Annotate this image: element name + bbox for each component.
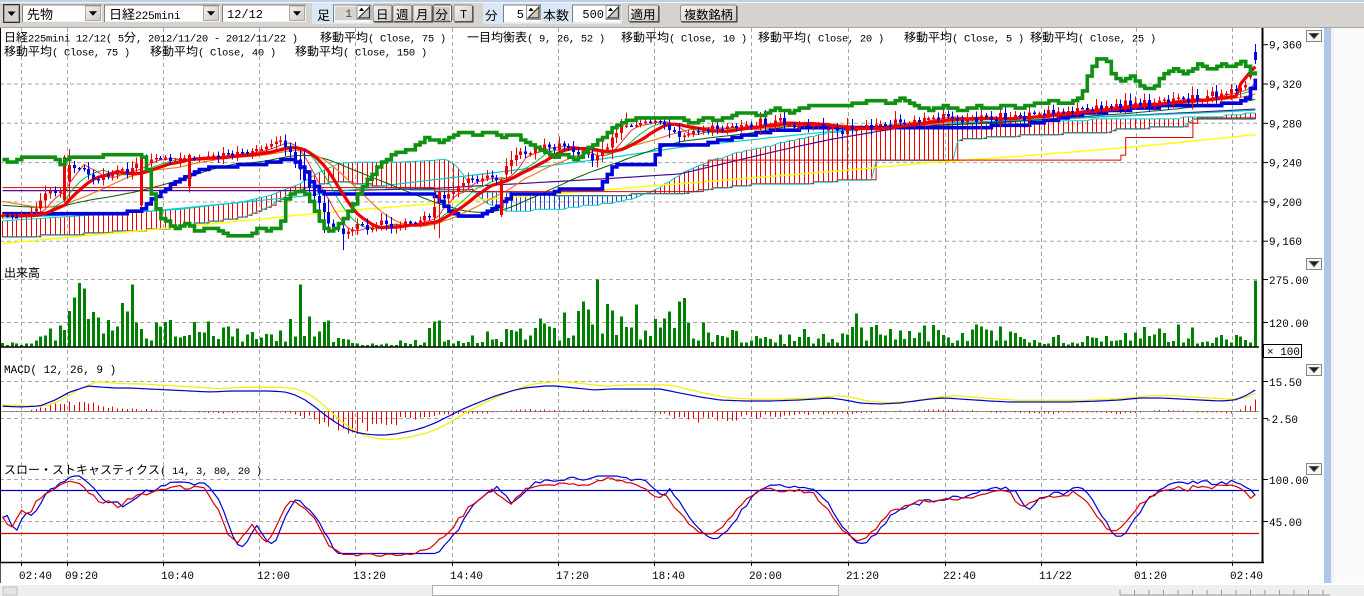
svg-text:275.00: 275.00 [1269, 276, 1309, 288]
svg-text:( Close, 75 ): ( Close, 75 ) [368, 34, 446, 46]
svg-text:225mini: 225mini [135, 11, 181, 23]
svg-text:× 100: × 100 [1267, 347, 1300, 359]
svg-text:9,360: 9,360 [1269, 41, 1302, 53]
svg-text:( 9, 26, 52 ): ( 9, 26, 52 ) [527, 34, 605, 46]
svg-text:9,160: 9,160 [1269, 237, 1302, 249]
svg-text:( Close, 20 ): ( Close, 20 ) [806, 34, 884, 46]
svg-text:13:20: 13:20 [353, 571, 386, 583]
svg-text:( Close, 10 ): ( Close, 10 ) [669, 34, 747, 46]
svg-text:9,200: 9,200 [1269, 198, 1302, 210]
svg-text:500: 500 [582, 8, 604, 22]
svg-text:21:20: 21:20 [846, 571, 879, 583]
svg-text:9,320: 9,320 [1269, 80, 1302, 92]
svg-text:15.50: 15.50 [1269, 378, 1302, 390]
svg-text:09:20: 09:20 [65, 571, 98, 583]
svg-text:225mini 12/12( 5: 225mini 12/12( 5 [28, 34, 124, 46]
svg-text:10:40: 10:40 [161, 571, 194, 583]
svg-text:100.00: 100.00 [1269, 476, 1309, 488]
svg-text:( Close, 150 ): ( Close, 150 ) [343, 48, 427, 60]
svg-text:120.00: 120.00 [1269, 319, 1309, 331]
svg-text:9,280: 9,280 [1269, 119, 1302, 131]
svg-text:14:40: 14:40 [450, 571, 483, 583]
svg-text:9,240: 9,240 [1269, 159, 1302, 171]
svg-text:12/12: 12/12 [227, 8, 263, 22]
svg-text:45.00: 45.00 [1269, 518, 1302, 530]
svg-text:5: 5 [517, 8, 524, 22]
svg-text:02:40: 02:40 [19, 571, 52, 583]
svg-text:11/22: 11/22 [1039, 571, 1072, 583]
svg-text:02:40: 02:40 [1230, 571, 1263, 583]
svg-text:( 14, 3, 80, 20 ): ( 14, 3, 80, 20 ) [160, 466, 262, 478]
svg-text:20:00: 20:00 [749, 571, 782, 583]
svg-text:01:20: 01:20 [1134, 571, 1167, 583]
svg-text:( Close, 5 ): ( Close, 5 ) [952, 34, 1024, 46]
svg-text:T: T [460, 8, 467, 22]
svg-text:12:00: 12:00 [257, 571, 290, 583]
svg-text:( Close, 25 ): ( Close, 25 ) [1078, 34, 1156, 46]
svg-text:( Close, 40 ): ( Close, 40 ) [198, 48, 276, 60]
svg-text:-2.50: -2.50 [1265, 415, 1298, 427]
svg-text:18:40: 18:40 [652, 571, 685, 583]
svg-text:, 2012/11/20 - 2012/11/22 ): , 2012/11/20 - 2012/11/22 ) [136, 34, 298, 46]
svg-text:1: 1 [345, 9, 352, 21]
svg-text:( Close, 75 ): ( Close, 75 ) [52, 48, 130, 60]
svg-text:MACD( 12, 26, 9 ): MACD( 12, 26, 9 ) [4, 365, 116, 377]
svg-text:17:20: 17:20 [556, 571, 589, 583]
svg-text:22:40: 22:40 [943, 571, 976, 583]
